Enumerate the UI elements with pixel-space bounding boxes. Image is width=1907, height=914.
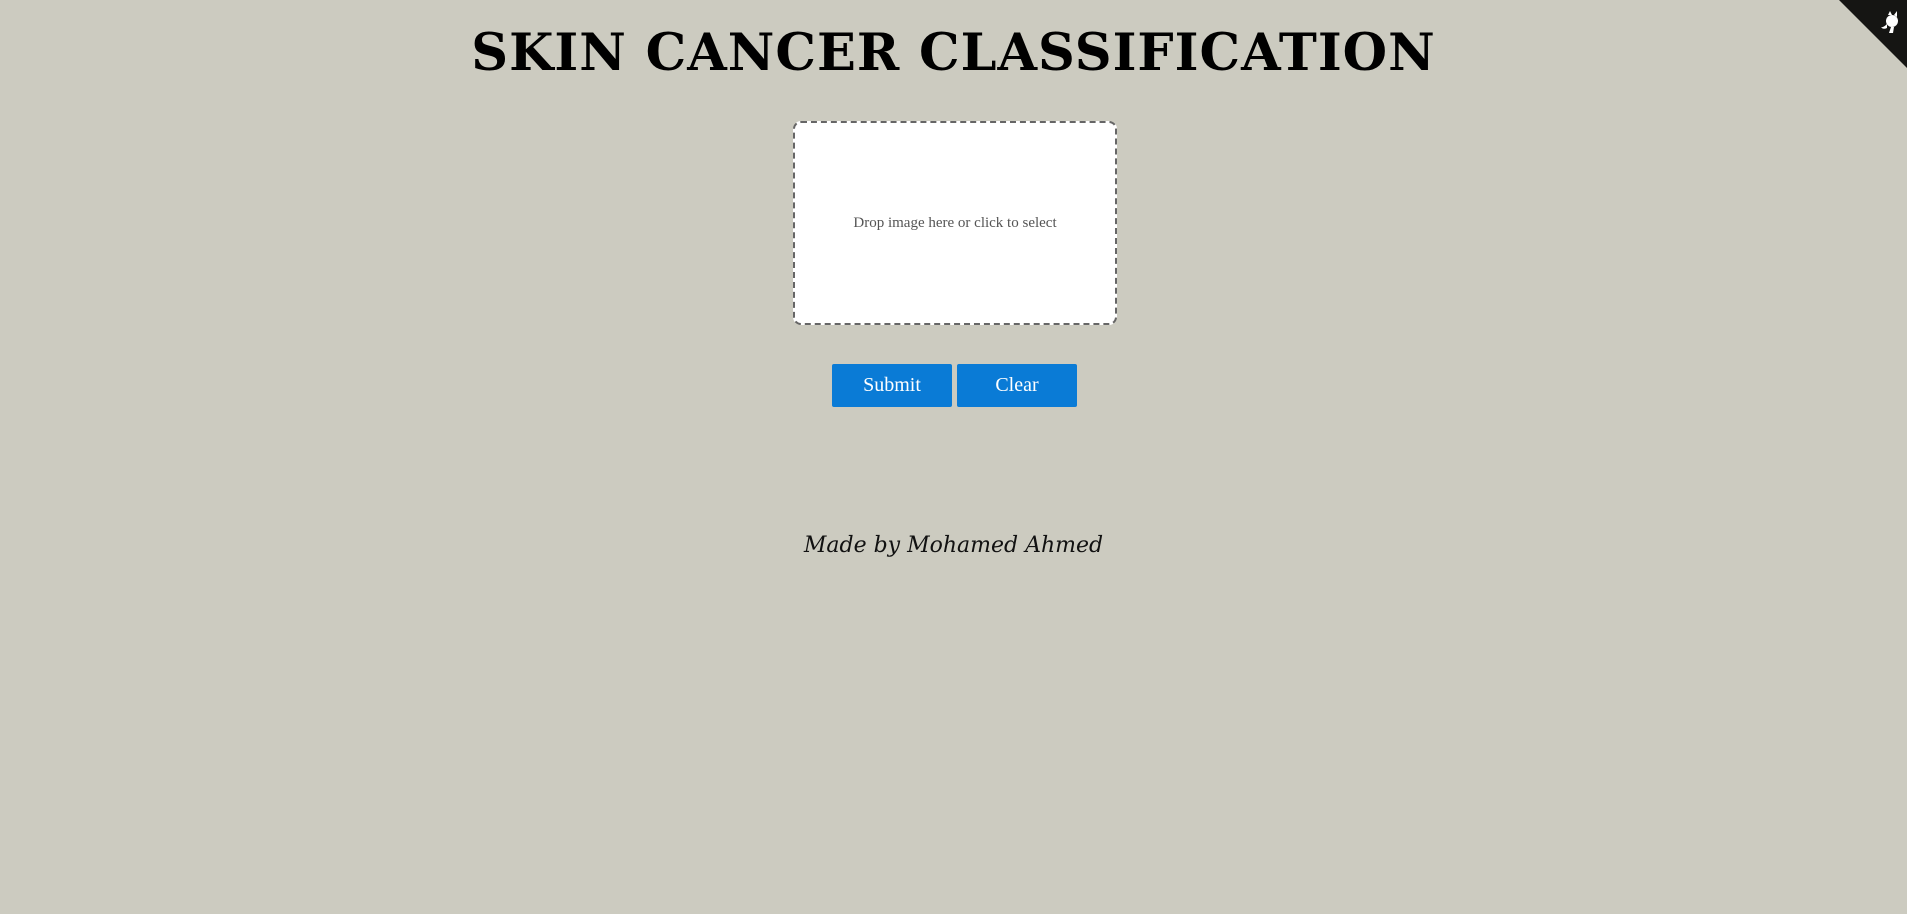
image-dropzone[interactable]: Drop image here or click to select	[793, 121, 1117, 325]
github-octocat-icon	[1839, 0, 1907, 68]
page-title: SKIN CANCER CLASSIFICATION	[471, 23, 1436, 83]
github-corner-link[interactable]	[1839, 0, 1907, 68]
clear-button[interactable]: Clear	[957, 364, 1077, 407]
submit-button[interactable]: Submit	[832, 364, 952, 407]
author-credit: Made by Mohamed Ahmed	[803, 533, 1104, 558]
dropzone-prompt: Drop image here or click to select	[853, 214, 1057, 231]
